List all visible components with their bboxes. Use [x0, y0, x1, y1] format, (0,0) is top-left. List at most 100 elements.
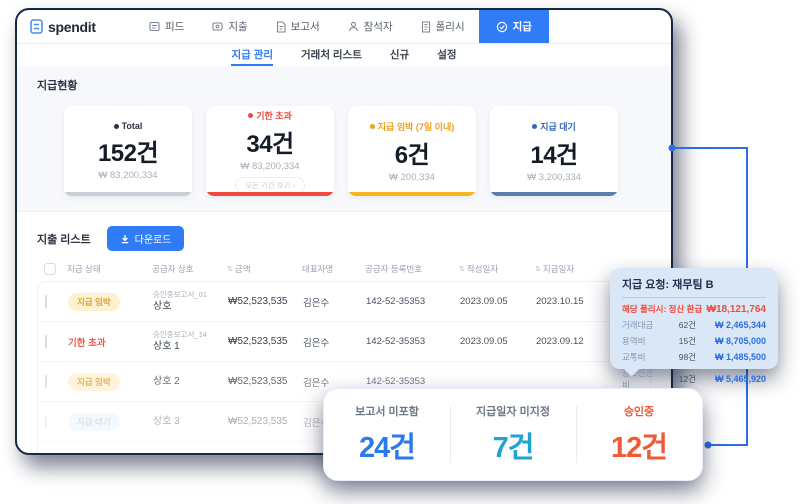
- created-cell: 2023.09.05: [460, 336, 508, 347]
- nav-item-feed[interactable]: 피드: [135, 10, 198, 43]
- card-count: 6건: [394, 141, 430, 169]
- subtab-label: 설정: [437, 48, 457, 61]
- sort-icon[interactable]: ⇅: [227, 265, 233, 273]
- category-label: 거래대금: [622, 320, 654, 330]
- rep-cell: 김은수: [303, 377, 330, 389]
- status-card-total[interactable]: Total 152건 ₩ 83,200,334: [64, 106, 192, 196]
- summary-payday-unset[interactable]: 지급일자 미지정 7건: [450, 389, 576, 480]
- nav-item-payment-active[interactable]: 지급: [478, 10, 549, 43]
- download-label: 다운로드: [134, 235, 172, 246]
- row-checkbox[interactable]: [45, 295, 47, 308]
- col-rep: 대표자명: [302, 264, 334, 274]
- tab-settings[interactable]: 설정: [437, 44, 456, 66]
- row-checkbox[interactable]: [45, 335, 47, 348]
- vendor-name: 상호: [153, 301, 172, 312]
- nav-item-label: 폴리시: [435, 21, 465, 33]
- card-label: 기한 초과: [256, 110, 292, 121]
- card-amount: ₩ 3,200,334: [527, 171, 581, 183]
- nav-item-label: 지급: [512, 21, 532, 33]
- category-count: 12건: [678, 374, 696, 384]
- report-icon: [276, 20, 286, 33]
- rep-cell: 김은수: [303, 297, 330, 309]
- tab-vendor-list[interactable]: 거래처 리스트: [301, 44, 362, 66]
- top-nav: spendit 피드 지출 보고서 참석자 폴리시 지급: [17, 10, 671, 44]
- summary-report-excluded[interactable]: 보고서 미포함 24건: [324, 389, 450, 480]
- tab-new[interactable]: 신규: [390, 44, 409, 66]
- nav-item-report[interactable]: 보고서: [262, 10, 334, 43]
- summary-label: 지급일자 미지정: [476, 406, 550, 418]
- summary-count: 12건: [611, 432, 668, 464]
- row-checkbox[interactable]: [45, 375, 47, 388]
- table-row[interactable]: 지급 임박 승인중보고서_01 상호 ₩52,523,535 김은수 142-5…: [38, 282, 650, 322]
- status-cards: Total 152건 ₩ 83,200,334 기한 초과 34건 ₩ 83,2…: [64, 106, 671, 196]
- nav-item-attendee[interactable]: 참석자: [334, 10, 407, 43]
- status-card-due-soon[interactable]: 지급 임박 (7일 이내) 6건 ₩ 200,334: [348, 106, 476, 196]
- tooltip-title-prefix: 지급 요청:: [622, 279, 670, 291]
- col-amount: 금액: [234, 264, 251, 274]
- sort-icon[interactable]: ⇅: [459, 265, 465, 273]
- payment-request-tooltip: 지급 요청: 재무팀 B 해당 폴리시: 정산 환급 ₩18,121,764 거…: [610, 268, 778, 390]
- spendit-logo-icon: [30, 19, 43, 34]
- select-all-checkbox[interactable]: [44, 263, 56, 275]
- tab-payment-management[interactable]: 지급 관리: [231, 44, 273, 66]
- waiting-dot-icon: [532, 123, 538, 129]
- tooltip-title: 지급 요청: 재무팀 B: [622, 276, 766, 292]
- download-icon: [120, 234, 130, 244]
- card-label: Total: [121, 121, 143, 131]
- expense-icon: [212, 21, 223, 32]
- nav-menu: 피드 지출 보고서 참석자 폴리시 지급: [135, 10, 549, 43]
- payment-check-icon: [496, 21, 508, 33]
- col-reg: 공급자 등록번호: [365, 264, 423, 274]
- card-count: 152건: [97, 140, 159, 167]
- nav-item-label: 보고서: [290, 21, 320, 33]
- expense-list-title: 지출 리스트: [37, 233, 91, 246]
- attendee-icon: [348, 21, 359, 32]
- status-section-title: 지급현황: [37, 80, 78, 92]
- table-row[interactable]: 기한 초과 승인중보고서_14 상호 1 ₩52,523,535 김은수 142…: [38, 322, 650, 362]
- category-amount: ₩ 5,465,920: [714, 374, 766, 384]
- status-badge: 지급 임박: [68, 292, 120, 311]
- tooltip-divider: [622, 297, 766, 298]
- reg-cell: 142-52-35353: [366, 296, 426, 307]
- policy-label: 해당 폴리시: 정산 환급: [622, 304, 703, 314]
- brand-name: spendit: [48, 18, 96, 35]
- summary-count: 7건: [492, 432, 535, 464]
- bottom-summary-panel: 보고서 미포함 24건 지급일자 미지정 7건 승인중 12건: [323, 388, 703, 481]
- total-dot-icon: [113, 123, 119, 129]
- card-label: 지급 임박 (7일 이내): [377, 121, 455, 132]
- category-count: 15건: [678, 336, 696, 346]
- category-amount: ₩ 8,705,000: [714, 336, 766, 346]
- download-button[interactable]: 다운로드: [106, 226, 185, 251]
- due-soon-dot-icon: [369, 123, 375, 129]
- status-card-overdue[interactable]: 기한 초과 34건 ₩ 83,200,334 모든 기간 보기 ›: [206, 106, 334, 196]
- reg-cell: 142-52-35353: [366, 376, 426, 387]
- sort-icon[interactable]: ⇅: [535, 265, 541, 273]
- subtab-label: 지급 관리: [231, 48, 273, 61]
- payment-status-section: 지급현황 Total 152건 ₩ 83,200,334 기한 초과 34건 ₩…: [17, 66, 671, 212]
- col-due: 지급일자: [542, 264, 575, 274]
- tooltip-row: 교통비 98건 ₩ 1,485,500: [622, 351, 766, 363]
- summary-approving[interactable]: 승인중 12건: [576, 389, 702, 480]
- summary-label: 보고서 미포함: [355, 406, 419, 418]
- report-name: 승인중보고서_01: [153, 290, 207, 299]
- report-name: 승인중보고서_14: [153, 330, 207, 339]
- nav-item-label: 피드: [165, 21, 185, 33]
- tooltip-row: 거래대금 62건 ₩ 2,465,344: [622, 319, 766, 331]
- brand-logo[interactable]: spendit: [30, 19, 96, 35]
- created-cell: 2023.09.05: [460, 296, 508, 307]
- status-badge: 지급 대기: [68, 412, 120, 431]
- policy-amount: ₩18,121,764: [706, 303, 767, 315]
- view-all-period-button[interactable]: 모든 기간 보기 ›: [234, 176, 306, 194]
- subtab-label: 거래처 리스트: [301, 48, 362, 61]
- summary-count: 24건: [359, 432, 416, 464]
- nav-item-expense[interactable]: 지출: [198, 10, 261, 43]
- col-created: 작성일자: [466, 264, 499, 274]
- status-card-waiting[interactable]: 지급 대기 14건 ₩ 3,200,334: [490, 106, 618, 196]
- category-count: 62건: [678, 320, 696, 330]
- status-badge: 지급 임박: [68, 372, 120, 391]
- nav-item-policy[interactable]: 폴리시: [407, 10, 479, 43]
- row-checkbox[interactable]: [45, 415, 47, 428]
- category-amount: ₩ 1,485,500: [714, 352, 766, 362]
- subtab-label: 신규: [389, 48, 410, 61]
- card-amount: ₩ 83,200,334: [240, 160, 300, 172]
